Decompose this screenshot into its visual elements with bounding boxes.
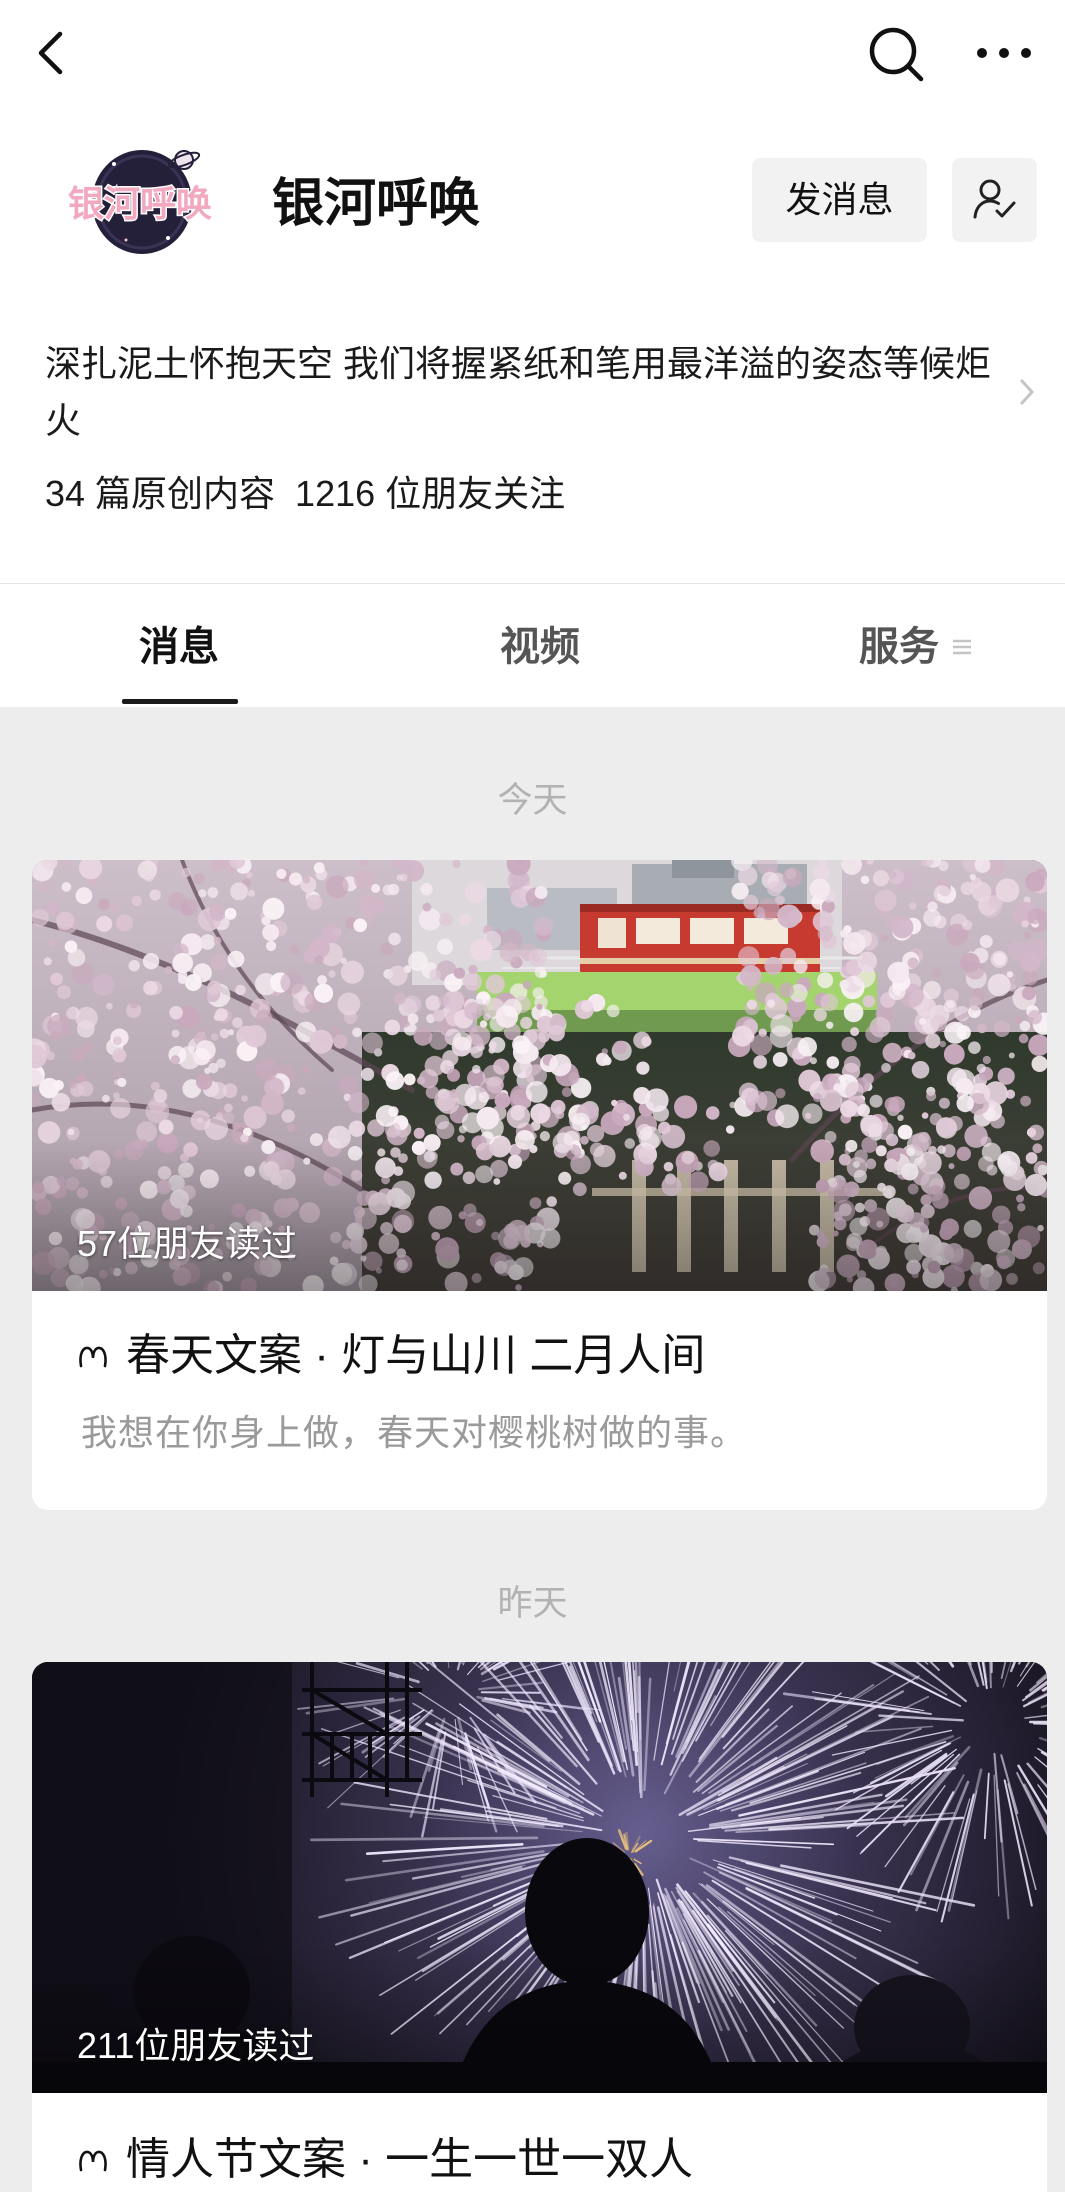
person-check-icon — [973, 179, 1015, 219]
friends-read-count: 57位朋友读过 — [77, 1223, 298, 1264]
article-card[interactable]: 211位朋友读过 情人节文案 · 一生一世一双人 — [32, 1662, 1047, 2192]
back-button[interactable] — [26, 26, 80, 80]
friends-read-count: 211位朋友读过 — [77, 2025, 315, 2066]
more-button[interactable] — [968, 36, 1040, 70]
article-summary: 我想在你身上做，春天对樱桃树做的事。 — [81, 1412, 748, 1453]
active-tab-indicator — [122, 699, 238, 704]
account-name: 银河呼唤 — [272, 175, 481, 233]
followers-count: 1216 位朋友关注 — [295, 473, 566, 514]
original-posts-count: 34 篇原创内容 — [45, 473, 276, 514]
article-card[interactable]: 57位朋友读过 春天文案 · 灯与山川 二月人间 我想在你身上做，春天对樱桃树做… — [32, 860, 1047, 1510]
tab-label: 服务 — [859, 625, 939, 669]
article-title-row: 情人节文案 · 一生一世一双人 — [77, 2134, 693, 2186]
article-title: 情人节文案 · 一生一世一双人 — [126, 2135, 694, 2184]
article-cover-image: 57位朋友读过 — [32, 860, 1047, 1291]
tab-label: 视频 — [500, 625, 580, 669]
account-description[interactable]: 深扎泥土怀抱天空 我们将握紧纸和笔用最洋溢的姿态等候炬火 — [45, 335, 1005, 449]
date-label: 今天 — [497, 781, 568, 820]
chevron-right-icon[interactable] — [1018, 377, 1036, 407]
account-logo[interactable]: 银河呼唤 — [56, 140, 224, 260]
search-button[interactable] — [864, 22, 928, 86]
send-message-button[interactable]: 发消息 — [752, 158, 927, 242]
image-shade — [32, 1943, 1047, 2093]
article-title-row: 春天文案 · 灯与山川 二月人间 — [77, 1330, 705, 1382]
search-icon — [869, 27, 924, 82]
tab-messages[interactable]: 消息 — [69, 622, 289, 672]
logo-image: 银河呼唤 — [66, 150, 214, 254]
image-shade — [32, 1141, 1047, 1291]
menu-icon — [953, 639, 971, 655]
date-label: 昨天 — [497, 1584, 568, 1623]
tab-bar: 消息 视频 服务 — [0, 584, 1065, 707]
tab-services[interactable]: 服务 — [806, 622, 1026, 672]
more-icon — [977, 48, 1031, 58]
tab-label: 消息 — [139, 625, 219, 669]
tab-videos[interactable]: 视频 — [430, 622, 650, 672]
logo-text: 银河呼唤 — [68, 184, 212, 225]
article-cover-image: 211位朋友读过 — [32, 1662, 1047, 2093]
article-title: 春天文案 · 灯与山川 二月人间 — [126, 1331, 706, 1380]
account-stats: 34 篇原创内容 1216 位朋友关注 — [45, 466, 565, 522]
article-type-icon — [79, 1346, 107, 1368]
chevron-left-icon — [38, 31, 63, 75]
article-type-icon — [79, 2150, 107, 2172]
follow-button[interactable] — [952, 158, 1037, 242]
official-account-profile-page: 银河呼唤 银河呼唤 发消息 深扎泥土怀抱天空 我们将握紧纸和笔用最洋溢的姿态等候… — [0, 0, 1065, 2192]
